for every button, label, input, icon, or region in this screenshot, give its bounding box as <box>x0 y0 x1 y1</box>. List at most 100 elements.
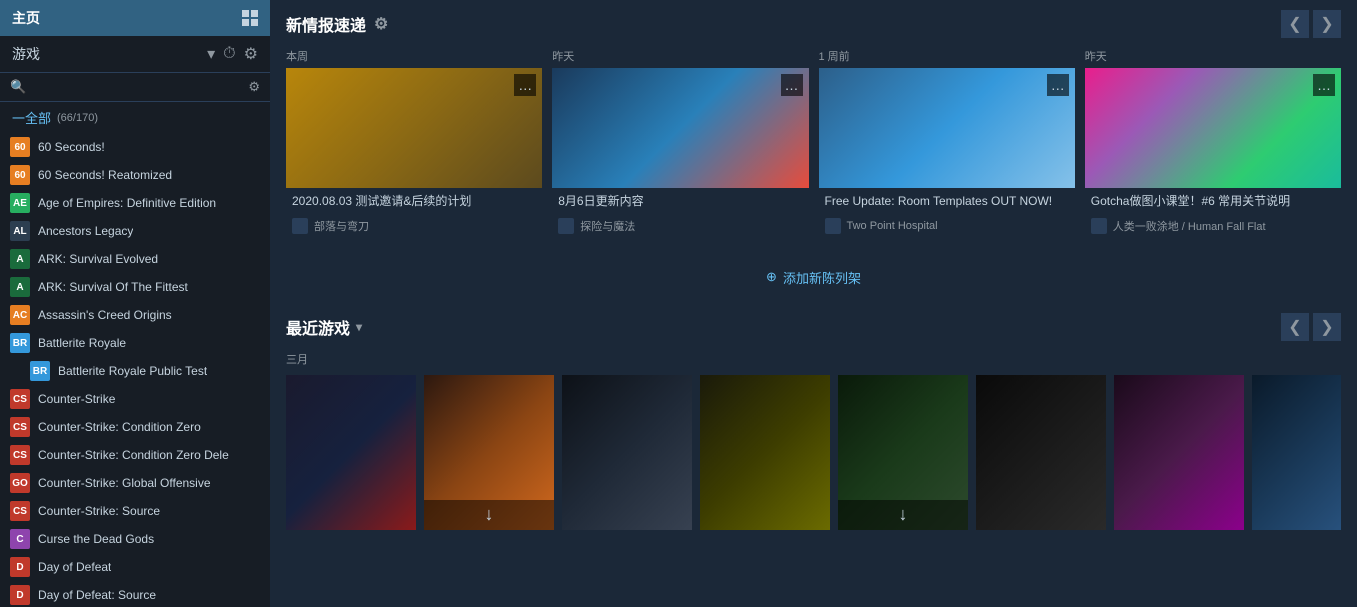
sidebar-item-dods[interactable]: DDay of Defeat: Source <box>0 581 270 607</box>
game-icon-csd: CS <box>10 445 30 465</box>
news-gear-icon[interactable]: ⚙ <box>374 14 388 34</box>
news-card-wrapper-1[interactable]: 昨天…8月6日更新内容探险与魔法 <box>552 48 808 238</box>
sidebar-item-br[interactable]: BRBattlerite Royale <box>0 329 270 357</box>
news-card-wrapper-2[interactable]: 1 周前…Free Update: Room Templates OUT NOW… <box>819 48 1075 238</box>
game-icon-cscz: CS <box>10 417 30 437</box>
sidebar-item-ark[interactable]: A ARK: Survival Evolved <box>0 245 270 273</box>
sidebar-item-dod[interactable]: D Day of Defeat <box>0 553 270 581</box>
game-icon-css: CS <box>10 501 30 521</box>
game-icon-aco: AC <box>10 305 30 325</box>
game-name-br: Battlerite Royale <box>38 336 126 350</box>
news-source-name-2: Two Point Hospital <box>847 220 938 232</box>
game-name-al: Ancestors Legacy <box>38 224 133 238</box>
news-card-wrapper-0[interactable]: 本周…2020.08.03 测试邀请&后续的计划部落与弯刀 <box>286 48 542 238</box>
game-name-css: Counter-Strike: Source <box>38 504 160 518</box>
game-name-cscz: Counter-Strike: Condition Zero <box>38 420 201 434</box>
news-overflow-btn-1[interactable]: … <box>781 74 803 96</box>
recent-title[interactable]: 最近游戏 ▾ <box>286 315 362 339</box>
download-overlay-1[interactable]: ↓ <box>424 500 554 530</box>
recent-game-card-4[interactable]: ↓ <box>838 375 968 530</box>
game-name-aoe: Age of Empires: Definitive Edition <box>38 196 216 210</box>
news-overflow-btn-3[interactable]: … <box>1313 74 1335 96</box>
game-name-60s: 60 Seconds! <box>38 140 105 154</box>
news-card-wrapper-3[interactable]: 昨天 … Gotcha做图小课堂！#6 常用关节说明人类一败涂地 / Human F… <box>1085 48 1341 238</box>
recent-game-card-6[interactable] <box>1114 375 1244 530</box>
settings-icon[interactable]: ⚙ <box>244 44 258 64</box>
news-nav-arrows: ❮ ❯ <box>1281 10 1341 38</box>
clock-icon[interactable]: ⏱ <box>223 45 235 63</box>
sidebar-item-arkf[interactable]: AARK: Survival Of The Fittest <box>0 273 270 301</box>
game-icon-60sr: 60 <box>10 165 30 185</box>
news-prev-button[interactable]: ❮ <box>1281 10 1309 38</box>
recent-game-img-7 <box>1252 375 1341 530</box>
recent-game-card-2[interactable] <box>562 375 692 530</box>
game-icon-al: AL <box>10 221 30 241</box>
game-name-cs: Counter-Strike <box>38 392 115 406</box>
recent-next-button[interactable]: ❯ <box>1313 313 1341 341</box>
game-name-arkf: ARK: Survival Of The Fittest <box>38 280 188 294</box>
recent-game-card-5[interactable] <box>976 375 1106 530</box>
news-source-icon-3 <box>1091 218 1107 234</box>
news-section-title: 新情报速递 ⚙ <box>286 12 388 36</box>
sidebar-item-csgo[interactable]: GO Counter-Strike: Global Offensive <box>0 469 270 497</box>
recent-game-card-3[interactable] <box>700 375 830 530</box>
recent-game-card-7[interactable] <box>1252 375 1341 530</box>
sidebar-title: 主页 <box>12 8 40 28</box>
game-name-csgo: Counter-Strike: Global Offensive <box>38 476 211 490</box>
search-input[interactable] <box>34 80 240 95</box>
game-icon-brp: BR <box>30 361 50 381</box>
game-name-ark: ARK: Survival Evolved <box>38 252 158 266</box>
game-name-60sr: 60 Seconds! Reatomized <box>38 168 172 182</box>
sidebar-item-css[interactable]: CS Counter-Strike: Source <box>0 497 270 525</box>
news-overflow-btn-2[interactable]: … <box>1047 74 1069 96</box>
news-card-img-0: … <box>286 68 542 188</box>
all-games-header[interactable]: 一全部 (66/170) <box>0 102 270 133</box>
sidebar-item-curse[interactable]: CCurse the Dead Gods <box>0 525 270 553</box>
sidebar: 主页 游戏 ▾ ⏱ ⚙ 🔍 ⚙ 一全部 (66/170) 6060 Second… <box>0 0 270 607</box>
news-section-header: 新情报速递 ⚙ ❮ ❯ <box>286 10 1341 38</box>
sidebar-item-aco[interactable]: ACAssassin's Creed Origins <box>0 301 270 329</box>
news-card-sub-2: Two Point Hospital <box>819 214 1075 238</box>
news-next-button[interactable]: ❯ <box>1313 10 1341 38</box>
sidebar-item-al[interactable]: AL Ancestors Legacy <box>0 217 270 245</box>
games-label: 游戏 <box>12 44 40 64</box>
news-period-3: 昨天 <box>1085 48 1341 64</box>
sidebar-item-60s[interactable]: 60 60 Seconds! <box>0 133 270 161</box>
filter-icon[interactable]: ⚙ <box>248 79 260 95</box>
recent-prev-button[interactable]: ❮ <box>1281 313 1309 341</box>
game-icon-cs: CS <box>10 389 30 409</box>
game-name-dods: Day of Defeat: Source <box>38 588 156 602</box>
news-card-img-2: … <box>819 68 1075 188</box>
recent-game-img-5 <box>976 375 1106 530</box>
recent-game-img-0 <box>286 375 416 530</box>
recent-game-card-1[interactable]: ↓ <box>424 375 554 530</box>
sidebar-item-brp[interactable]: BRBattlerite Royale Public Test <box>0 357 270 385</box>
games-row-icons: ▾ ⏱ ⚙ <box>207 44 258 64</box>
game-icon-csgo: GO <box>10 473 30 493</box>
game-icon-ark: A <box>10 249 30 269</box>
game-icon-60s: 60 <box>10 137 30 157</box>
recent-game-img-6 <box>1114 375 1244 530</box>
news-source-icon-1 <box>558 218 574 234</box>
download-overlay-4[interactable]: ↓ <box>838 500 968 530</box>
grid-view-icon[interactable] <box>242 10 258 26</box>
news-source-name-1: 探险与魔法 <box>580 218 635 234</box>
sidebar-item-60sr[interactable]: 60 60 Seconds! Reatomized <box>0 161 270 189</box>
news-card-title-1: 8月6日更新内容 <box>552 188 808 214</box>
news-overflow-btn-0[interactable]: … <box>514 74 536 96</box>
games-list: 6060 Seconds!6060 Seconds! ReatomizedAEA… <box>0 133 270 607</box>
game-icon-aoe: AE <box>10 193 30 213</box>
news-card-sub-3: 人类一败涂地 / Human Fall Flat <box>1085 214 1341 238</box>
add-shelf-row[interactable]: ⊕ 添加新陈列架 <box>286 258 1341 297</box>
recent-game-card-0[interactable] <box>286 375 416 530</box>
sidebar-item-cs[interactable]: CS Counter-Strike <box>0 385 270 413</box>
game-name-dod: Day of Defeat <box>38 560 111 574</box>
news-card-title-3: Gotcha做图小课堂！#6 常用关节说明 <box>1085 188 1341 214</box>
chevron-down-icon[interactable]: ▾ <box>207 44 215 64</box>
news-period-0: 本周 <box>286 48 542 64</box>
sidebar-item-aoe[interactable]: AE Age of Empires: Definitive Edition <box>0 189 270 217</box>
game-icon-dod: D <box>10 557 30 577</box>
news-period-2: 1 周前 <box>819 48 1075 64</box>
sidebar-item-csd[interactable]: CSCounter-Strike: Condition Zero Dele <box>0 441 270 469</box>
sidebar-item-cscz[interactable]: CS Counter-Strike: Condition Zero <box>0 413 270 441</box>
